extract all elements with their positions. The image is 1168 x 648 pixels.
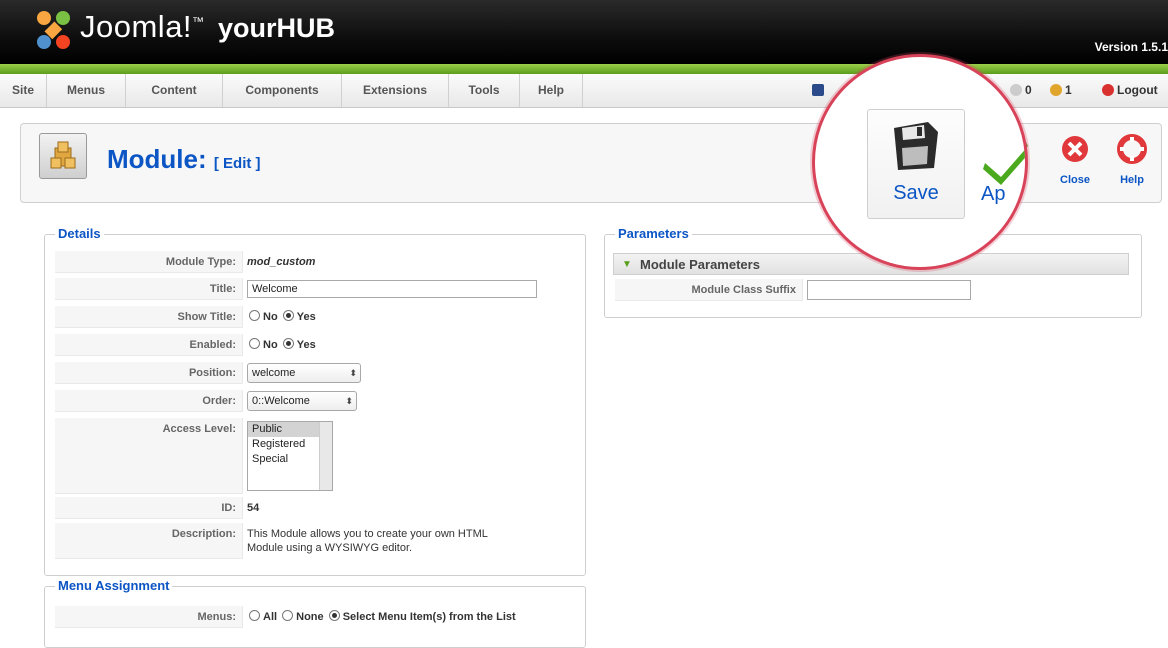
menu-assignment-fieldset: Menu Assignment Menus: All None Select M…: [44, 578, 586, 648]
position-label: Position:: [55, 362, 243, 384]
menus-select-radio[interactable]: [328, 610, 340, 621]
zoom-highlight-circle: Save Ap: [812, 54, 1028, 270]
save-button[interactable]: Save: [867, 109, 965, 219]
zoom-apply-check-icon: [983, 149, 1025, 185]
menu-content[interactable]: Content: [126, 74, 223, 107]
save-label: Save: [893, 182, 939, 204]
title-row: Title: Welcome: [55, 278, 575, 300]
menus-all-radio[interactable]: [249, 610, 260, 621]
page-subtitle: [ Edit ]: [213, 155, 261, 172]
floppy-disk-icon: [894, 122, 938, 170]
enabled-row: Enabled: No Yes: [55, 334, 575, 356]
messages-status[interactable]: 0: [1010, 74, 1032, 107]
show-title-yes-radio[interactable]: [282, 310, 294, 321]
menus-row: Menus: All None Select Menu Item(s) from…: [55, 606, 575, 628]
close-icon: [1062, 136, 1088, 162]
id-value: 54: [247, 502, 260, 514]
class-suffix-input[interactable]: [807, 280, 971, 300]
module-type-label: Module Type:: [55, 251, 243, 273]
listbox-scrollbar[interactable]: [319, 422, 332, 490]
close-button[interactable]: Close: [1051, 134, 1099, 186]
description-value: This Module allows you to create your ow…: [247, 528, 488, 554]
users-status[interactable]: 1: [1050, 74, 1072, 107]
access-level-row: Access Level: Public Registered Special: [55, 418, 575, 494]
enabled-yes-label: Yes: [296, 339, 316, 351]
help-button[interactable]: Help: [1107, 134, 1157, 186]
class-suffix-label: Module Class Suffix: [615, 279, 803, 301]
menu-tools[interactable]: Tools: [449, 74, 520, 107]
position-select[interactable]: welcome ⬍: [247, 363, 361, 383]
show-title-no-label: No: [263, 311, 278, 323]
enabled-yes-radio[interactable]: [282, 338, 294, 349]
description-label: Description:: [55, 523, 243, 559]
enabled-no-label: No: [263, 339, 278, 351]
menu-site[interactable]: Site: [0, 74, 47, 107]
zoom-apply-label: Ap: [981, 183, 1006, 205]
menus-select-label: Select Menu Item(s) from the List: [342, 611, 516, 623]
header-bar: Joomla!™ yourHUB Version 1.5.1: [0, 0, 1168, 64]
site-name: yourHUB: [218, 13, 336, 43]
users-icon: [1050, 84, 1062, 96]
order-select[interactable]: 0::Welcome ⬍: [247, 391, 357, 411]
menus-all-label: All: [263, 611, 278, 623]
position-row: Position: welcome ⬍: [55, 362, 575, 384]
title-input[interactable]: Welcome: [247, 280, 537, 298]
show-title-row: Show Title: No Yes: [55, 306, 575, 328]
menus-label: Menus:: [55, 606, 243, 628]
details-legend: Details: [55, 226, 104, 241]
id-row: ID: 54: [55, 497, 575, 519]
show-title-label: Show Title:: [55, 306, 243, 328]
menu-components[interactable]: Components: [223, 74, 342, 107]
module-type-value: mod_custom: [247, 256, 316, 268]
select-arrows-icon: ⬍: [349, 368, 357, 378]
menus-none-radio[interactable]: [282, 610, 294, 621]
logout-icon: [1102, 84, 1114, 96]
page-title: Module: [ Edit ]: [107, 144, 261, 174]
class-suffix-row: Module Class Suffix: [615, 279, 1127, 301]
brand-name: Joomla!™: [80, 9, 205, 44]
parameters-legend: Parameters: [615, 226, 692, 241]
enabled-no-radio[interactable]: [249, 338, 260, 349]
menu-help[interactable]: Help: [520, 74, 583, 107]
menu-extensions[interactable]: Extensions: [342, 74, 449, 107]
preview-icon[interactable]: [812, 74, 827, 107]
description-row: Description: This Module allows you to c…: [55, 523, 575, 559]
version-label: Version 1.5.1: [1094, 40, 1168, 54]
title-label: Title:: [55, 278, 243, 300]
menus-none-label: None: [296, 611, 324, 623]
access-level-label: Access Level:: [55, 418, 243, 494]
select-arrows-icon: ⬍: [345, 396, 353, 406]
expand-arrow-icon: ▼: [622, 259, 632, 270]
menu-assignment-legend: Menu Assignment: [55, 578, 173, 593]
show-title-no-radio[interactable]: [249, 310, 260, 321]
access-level-listbox[interactable]: Public Registered Special: [247, 421, 333, 491]
logout-link[interactable]: Logout: [1102, 74, 1158, 107]
details-fieldset: Details Module Type: mod_custom Title: W…: [44, 226, 586, 576]
order-label: Order:: [55, 390, 243, 412]
id-label: ID:: [55, 497, 243, 519]
help-lifebuoy-icon: [1117, 134, 1147, 164]
enabled-label: Enabled:: [55, 334, 243, 356]
joomla-logo-icon: [37, 11, 70, 49]
menu-menus[interactable]: Menus: [47, 74, 126, 107]
show-title-yes-label: Yes: [296, 311, 316, 323]
messages-icon: [1010, 84, 1022, 96]
module-type-row: Module Type: mod_custom: [55, 251, 575, 273]
header-accent-bar: [0, 64, 1168, 74]
order-row: Order: 0::Welcome ⬍: [55, 390, 575, 412]
module-icon: [39, 133, 87, 179]
